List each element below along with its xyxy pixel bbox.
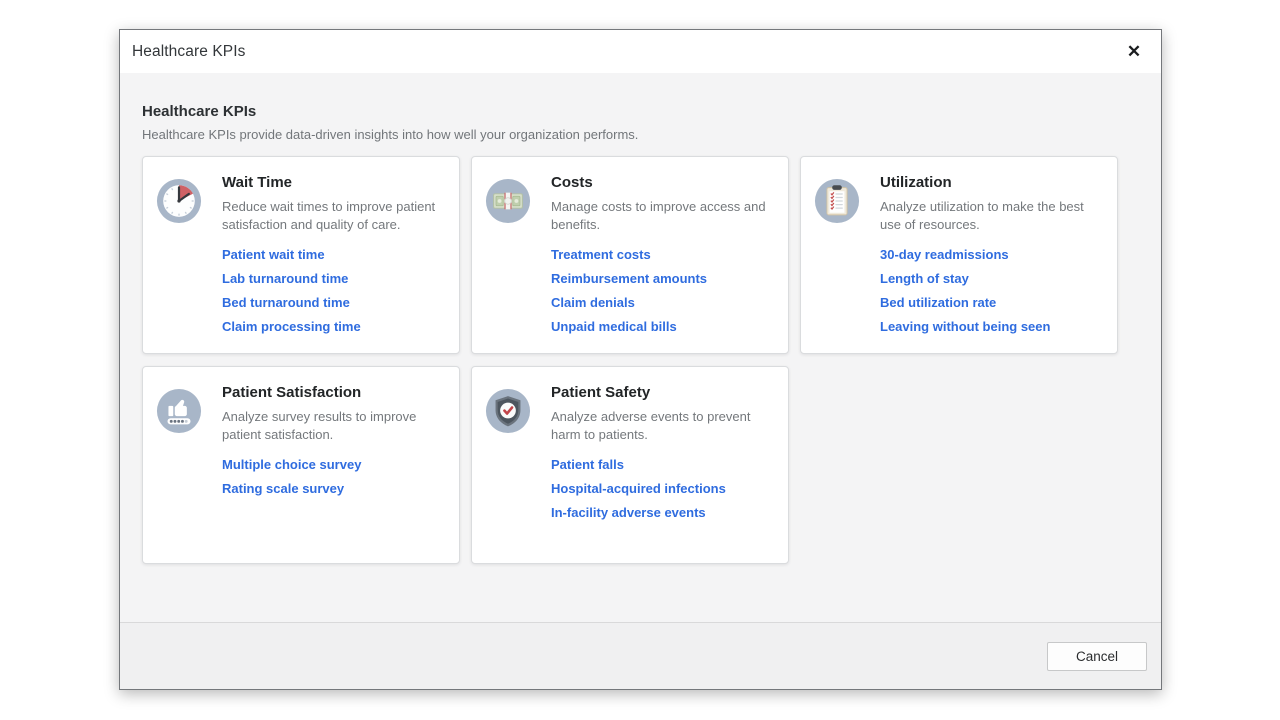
card-description: Analyze survey results to improve patien…	[222, 408, 443, 444]
card-links: Patient wait time Lab turnaround time Bed …	[222, 247, 443, 334]
kpi-link[interactable]: Leaving without being seen	[880, 319, 1050, 334]
card-title: Utilization	[880, 174, 1101, 191]
card-title: Patient Safety	[551, 384, 772, 401]
kpi-card-grid: Wait Time Reduce wait times to improve pa…	[142, 156, 1139, 564]
kpi-link[interactable]: Rating scale survey	[222, 481, 344, 496]
close-icon[interactable]: ✕	[1121, 39, 1147, 65]
kpi-link[interactable]: Lab turnaround time	[222, 271, 348, 286]
section-subtitle: Healthcare KPIs provide data-driven insi…	[142, 127, 1139, 142]
kpi-link[interactable]: Claim processing time	[222, 319, 361, 334]
kpi-link[interactable]: Reimbursement amounts	[551, 271, 707, 286]
kpi-card-costs: Costs Manage costs to improve access and …	[471, 156, 789, 354]
card-title: Patient Satisfaction	[222, 384, 443, 401]
clipboard-icon	[814, 178, 860, 224]
kpi-card-patient-satisfaction: Patient Satisfaction Analyze survey resul…	[142, 366, 460, 564]
kpi-link[interactable]: Bed utilization rate	[880, 295, 996, 310]
card-title: Costs	[551, 174, 772, 191]
kpi-card-utilization: Utilization Analyze utilization to make t…	[800, 156, 1118, 354]
money-icon	[485, 178, 531, 224]
healthcare-kpis-dialog: Healthcare KPIs ✕ Healthcare KPIs Health…	[119, 29, 1162, 690]
card-description: Analyze utilization to make the best use…	[880, 198, 1101, 234]
dialog-title: Healthcare KPIs	[132, 43, 246, 61]
dialog-titlebar: Healthcare KPIs ✕	[120, 30, 1161, 73]
cancel-button[interactable]: Cancel	[1047, 642, 1147, 671]
section-heading: Healthcare KPIs	[142, 103, 1139, 120]
kpi-link[interactable]: Patient wait time	[222, 247, 325, 262]
card-title: Wait Time	[222, 174, 443, 191]
kpi-link[interactable]: Unpaid medical bills	[551, 319, 677, 334]
card-description: Reduce wait times to improve patient sat…	[222, 198, 443, 234]
card-description: Manage costs to improve access and benef…	[551, 198, 772, 234]
kpi-link[interactable]: Bed turnaround time	[222, 295, 350, 310]
shield-icon	[485, 388, 531, 434]
dialog-content: Healthcare KPIs Healthcare KPIs provide …	[120, 73, 1161, 622]
card-description: Analyze adverse events to prevent harm t…	[551, 408, 772, 444]
kpi-card-wait-time: Wait Time Reduce wait times to improve pa…	[142, 156, 460, 354]
kpi-link[interactable]: Claim denials	[551, 295, 635, 310]
kpi-card-patient-safety: Patient Safety Analyze adverse events to …	[471, 366, 789, 564]
card-links: Patient falls Hospital-acquired infection…	[551, 457, 772, 520]
card-links: 30-day readmissions Length of stay Bed uti…	[880, 247, 1101, 334]
clock-icon	[156, 178, 202, 224]
dialog-footer: Cancel	[120, 622, 1161, 689]
kpi-link[interactable]: Multiple choice survey	[222, 457, 361, 472]
kpi-link[interactable]: Length of stay	[880, 271, 969, 286]
kpi-link[interactable]: 30-day readmissions	[880, 247, 1009, 262]
thumbs-up-icon	[156, 388, 202, 434]
card-links: Multiple choice survey Rating scale surve…	[222, 457, 443, 496]
kpi-link[interactable]: Hospital-acquired infections	[551, 481, 726, 496]
card-links: Treatment costs Reimbursement amounts Clai…	[551, 247, 772, 334]
kpi-link[interactable]: In-facility adverse events	[551, 505, 706, 520]
kpi-link[interactable]: Patient falls	[551, 457, 624, 472]
kpi-link[interactable]: Treatment costs	[551, 247, 651, 262]
